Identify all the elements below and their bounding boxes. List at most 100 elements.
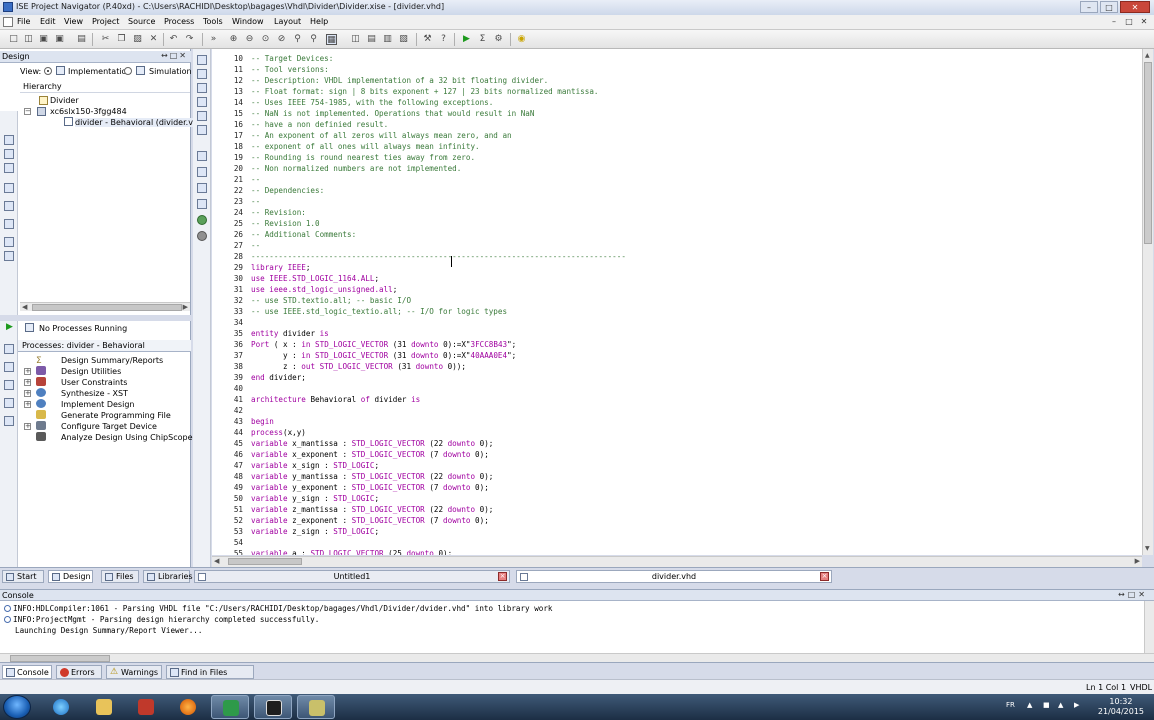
undo-icon[interactable]: ↶ xyxy=(168,34,179,45)
editor-vscroll-thumb[interactable] xyxy=(1144,62,1152,244)
save-icon[interactable]: ▣ xyxy=(38,34,49,45)
clock[interactable]: 10:32 21/04/2015 xyxy=(1098,697,1144,717)
mdi-restore-icon[interactable]: □ xyxy=(1123,16,1135,28)
delete-icon[interactable]: ✕ xyxy=(148,34,159,45)
taskbar-firefox[interactable] xyxy=(169,695,207,719)
redo-icon[interactable]: ↷ xyxy=(184,34,195,45)
zoom-in-icon[interactable]: ⊕ xyxy=(228,34,239,45)
tab-design[interactable]: Design xyxy=(48,570,93,583)
tab-find-results[interactable]: Find in Files Results xyxy=(166,665,254,690)
scroll-left-icon[interactable]: ◀ xyxy=(22,303,27,311)
panel-controls-icon[interactable]: ↔□✕ xyxy=(161,51,188,60)
console-hscroll[interactable] xyxy=(0,653,1154,662)
taskbar-explorer[interactable] xyxy=(85,695,123,719)
volume-icon[interactable]: ▶ xyxy=(1074,701,1079,709)
tab-errors[interactable]: Errors xyxy=(56,665,102,679)
expand-icon[interactable]: + xyxy=(24,390,31,397)
menu-window[interactable]: Window xyxy=(232,17,264,26)
editor-tool-icon[interactable] xyxy=(197,125,207,135)
network-icon[interactable]: ▲ xyxy=(1058,701,1063,709)
zoom-out-icon[interactable]: ⊖ xyxy=(244,34,255,45)
process-toolbar-icon[interactable] xyxy=(4,344,14,354)
menu-layout[interactable]: Layout xyxy=(274,17,301,26)
tile-vertical-icon[interactable]: ▥ xyxy=(382,34,393,45)
zoom-fit-icon[interactable]: ⊘ xyxy=(276,34,287,45)
taskbar-app-green[interactable] xyxy=(211,695,249,719)
menu-tools[interactable]: Tools xyxy=(203,17,223,26)
save-all-icon[interactable]: ▣ xyxy=(54,34,65,45)
print-icon[interactable]: ▤ xyxy=(76,34,87,45)
menu-process[interactable]: Process xyxy=(164,17,194,26)
tab-start[interactable]: Start xyxy=(2,570,44,583)
design-summary-icon[interactable]: ▦ xyxy=(326,34,337,45)
expand-icon[interactable]: + xyxy=(24,379,31,386)
cascade-icon[interactable]: ◫ xyxy=(350,34,361,45)
editor-tool-icon[interactable] xyxy=(197,83,207,93)
editor-tool-icon[interactable] xyxy=(197,151,207,161)
process-user-constraints[interactable]: User Constraints xyxy=(61,378,127,387)
process-toolbar-icon[interactable] xyxy=(4,362,14,372)
menu-project[interactable]: Project xyxy=(92,17,119,26)
simulation-radio[interactable] xyxy=(124,67,132,75)
scroll-left-icon[interactable]: ◀ xyxy=(214,557,219,565)
editor-tool-icon[interactable] xyxy=(197,55,207,65)
remove-icon[interactable] xyxy=(4,183,14,193)
mdi-minimize-icon[interactable]: – xyxy=(1108,16,1120,28)
zoom-full-icon[interactable]: ⊙ xyxy=(260,34,271,45)
new-icon[interactable]: □ xyxy=(8,34,19,45)
scroll-down-icon[interactable]: ▼ xyxy=(1145,545,1150,552)
keyboard-language[interactable]: FR xyxy=(1006,701,1015,709)
taskbar-ise[interactable] xyxy=(297,695,335,719)
process-analyze-chipscope[interactable]: Analyze Design Using ChipScope xyxy=(61,433,193,442)
tray-expand-icon[interactable]: ▲ xyxy=(1027,701,1032,709)
process-generate-programming-file[interactable]: Generate Programming File xyxy=(61,411,171,420)
bookmark-next-icon[interactable] xyxy=(197,215,207,225)
taskbar-media[interactable] xyxy=(127,695,165,719)
rerun-all-icon[interactable]: Σ xyxy=(477,34,488,45)
close-icon[interactable]: ✕ xyxy=(1120,1,1150,13)
expand-icon[interactable]: + xyxy=(24,368,31,375)
document-icon[interactable] xyxy=(3,17,13,27)
add-copy-icon[interactable] xyxy=(4,149,14,159)
new-source-icon[interactable] xyxy=(4,163,14,173)
console-output[interactable]: INFO:HDLCompiler:1061 - Parsing VHDL fil… xyxy=(0,601,1144,653)
window-list-icon[interactable]: ▧ xyxy=(398,34,409,45)
expand-icon[interactable] xyxy=(4,219,14,229)
open-icon[interactable]: ◫ xyxy=(23,34,34,45)
scroll-right-icon[interactable]: ▶ xyxy=(183,303,188,311)
copy-icon[interactable]: ❐ xyxy=(116,34,127,45)
taskbar-app-dark[interactable] xyxy=(254,695,292,719)
scroll-thumb[interactable] xyxy=(32,304,182,311)
paste-icon[interactable]: ▨ xyxy=(132,34,143,45)
expand-icon[interactable]: + xyxy=(24,423,31,430)
doc-tab-divider-vhd[interactable]: divider.vhd × xyxy=(516,570,832,583)
editor-tool-icon[interactable] xyxy=(197,111,207,121)
tab-console[interactable]: Console xyxy=(2,665,52,679)
editor-hscroll[interactable]: ◀ ▶ xyxy=(212,556,1142,567)
find-icon[interactable]: ⚲ xyxy=(292,34,303,45)
menu-source[interactable]: Source xyxy=(128,17,155,26)
tree-item-device[interactable]: xc6slx150-3fgg484 xyxy=(50,107,127,116)
console-vscroll[interactable] xyxy=(1144,601,1154,653)
collapse-icon[interactable] xyxy=(4,237,14,247)
console-controls-icon[interactable]: ↔□✕ xyxy=(1118,590,1148,599)
close-tab-icon[interactable]: × xyxy=(820,572,829,581)
tree-item-project[interactable]: Divider xyxy=(50,96,79,105)
ise-app-icon[interactable] xyxy=(3,2,13,12)
maximize-icon[interactable]: □ xyxy=(1100,1,1118,13)
editor-vscroll[interactable]: ▲ ▼ xyxy=(1142,49,1153,555)
editor-tool-icon[interactable] xyxy=(197,199,207,209)
process-design-utilities[interactable]: Design Utilities xyxy=(61,367,121,376)
scroll-right-icon[interactable]: ▶ xyxy=(1135,557,1140,565)
tile-horizontal-icon[interactable]: ▤ xyxy=(366,34,377,45)
implementation-radio[interactable] xyxy=(44,67,52,75)
process-synthesize[interactable]: Synthesize - XST xyxy=(61,389,128,398)
add-source-icon[interactable] xyxy=(4,135,14,145)
process-toolbar-icon[interactable] xyxy=(4,380,14,390)
cut-icon[interactable]: ✂ xyxy=(100,34,111,45)
minimize-icon[interactable]: – xyxy=(1080,1,1098,13)
process-implement-design[interactable]: Implement Design xyxy=(61,400,134,409)
editor-tool-icon[interactable] xyxy=(197,97,207,107)
process-design-summary[interactable]: Design Summary/Reports xyxy=(61,356,163,365)
run-icon[interactable]: ▶ xyxy=(461,34,472,45)
